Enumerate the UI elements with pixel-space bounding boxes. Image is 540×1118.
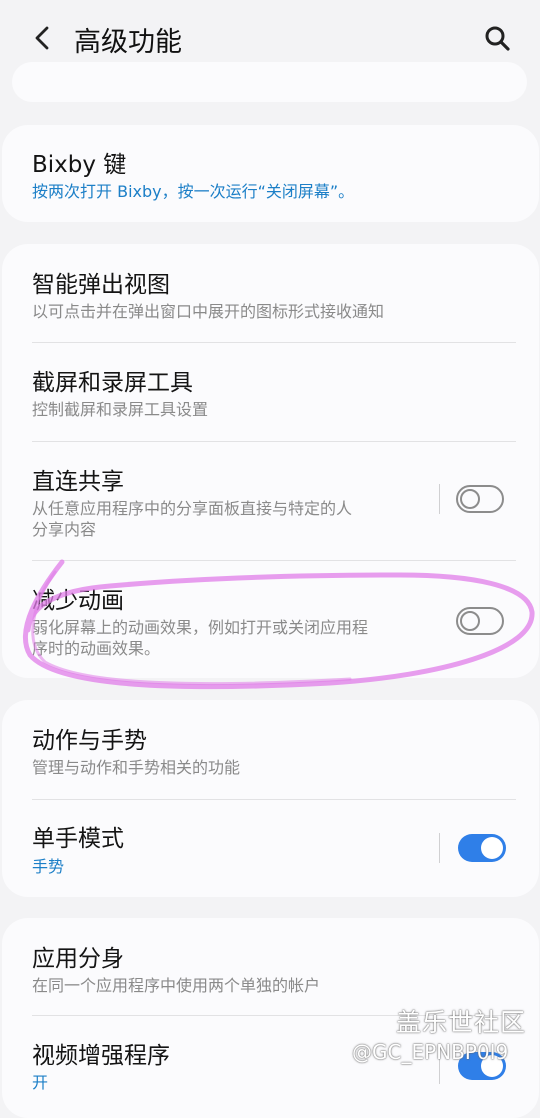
reduce-animations-subtitle-line1: 弱化屏幕上的动画效果，例如打开或关闭应用程 <box>32 618 369 637</box>
toggle-knob <box>481 837 503 859</box>
bixby-card: Bixby 键 按两次打开 Bixby，按一次运行“关闭屏幕”。 <box>2 125 539 222</box>
toggle-knob <box>460 611 480 631</box>
page-title: 高级功能 <box>74 27 182 58</box>
reduce-animations-row[interactable]: 减少动画 弱化屏幕上的动画效果，例如打开或关闭应用程 序时的动画效果。 <box>2 561 539 678</box>
smart-popup-title: 智能弹出视图 <box>32 272 170 298</box>
reduce-animations-toggle[interactable] <box>456 607 504 635</box>
bixby-key-title: Bixby 键 <box>32 152 127 178</box>
one-hand-mode-subtitle: 手势 <box>32 857 65 876</box>
vertical-separator <box>439 484 440 514</box>
screenshot-tools-subtitle: 控制截屏和录屏工具设置 <box>32 400 209 419</box>
video-enhancer-title: 视频增强程序 <box>32 1043 170 1069</box>
search-icon[interactable] <box>483 24 513 54</box>
direct-share-subtitle-line1: 从任意应用程序中的分享面板直接与特定的人 <box>32 499 353 518</box>
one-hand-mode-toggle[interactable] <box>458 834 506 862</box>
motions-gestures-row[interactable]: 动作与手势 管理与动作和手势相关的功能 <box>2 700 539 799</box>
motions-gestures-title: 动作与手势 <box>32 728 147 754</box>
direct-share-title: 直连共享 <box>32 469 124 495</box>
direct-share-subtitle-line2: 分享内容 <box>32 520 97 539</box>
motions-gestures-subtitle: 管理与动作和手势相关的功能 <box>32 758 241 777</box>
features-card: 智能弹出视图 以可点击并在弹出窗口中展开的图标形式接收通知 截屏和录屏工具 控制… <box>2 244 539 678</box>
one-hand-mode-row[interactable]: 单手模式 手势 <box>2 800 539 897</box>
bixby-key-row[interactable]: Bixby 键 按两次打开 Bixby，按一次运行“关闭屏幕”。 <box>2 125 539 222</box>
smart-popup-row[interactable]: 智能弹出视图 以可点击并在弹出窗口中展开的图标形式接收通知 <box>2 244 539 342</box>
dual-app-title: 应用分身 <box>32 946 124 972</box>
bixby-key-subtitle: 按两次打开 Bixby，按一次运行“关闭屏幕”。 <box>32 182 355 201</box>
motions-card: 动作与手势 管理与动作和手势相关的功能 单手模式 手势 <box>2 700 539 897</box>
video-enhancer-subtitle: 开 <box>32 1073 49 1092</box>
direct-share-toggle[interactable] <box>456 485 504 513</box>
dual-app-subtitle: 在同一个应用程序中使用两个单独的帐户 <box>32 976 321 995</box>
reduce-animations-subtitle-line2: 序时的动画效果。 <box>32 639 161 658</box>
vertical-separator <box>439 833 440 863</box>
dual-app-row[interactable]: 应用分身 在同一个应用程序中使用两个单独的帐户 <box>2 918 539 1016</box>
watermark-brand: 盖乐世社区 <box>396 1008 527 1037</box>
direct-share-row[interactable]: 直连共享 从任意应用程序中的分享面板直接与特定的人 分享内容 <box>2 442 539 560</box>
screenshot-tools-row[interactable]: 截屏和录屏工具 控制截屏和录屏工具设置 <box>2 343 539 441</box>
toggle-knob <box>460 489 480 509</box>
watermark-user: @GC_EPNBP0I9 <box>352 1040 509 1064</box>
one-hand-mode-title: 单手模式 <box>32 826 124 852</box>
screenshot-tools-title: 截屏和录屏工具 <box>32 370 193 396</box>
smart-popup-subtitle: 以可点击并在弹出窗口中展开的图标形式接收通知 <box>32 302 385 321</box>
previous-card-remnant <box>12 62 527 102</box>
back-arrow-icon[interactable] <box>28 22 58 54</box>
reduce-animations-title: 减少动画 <box>32 588 124 614</box>
